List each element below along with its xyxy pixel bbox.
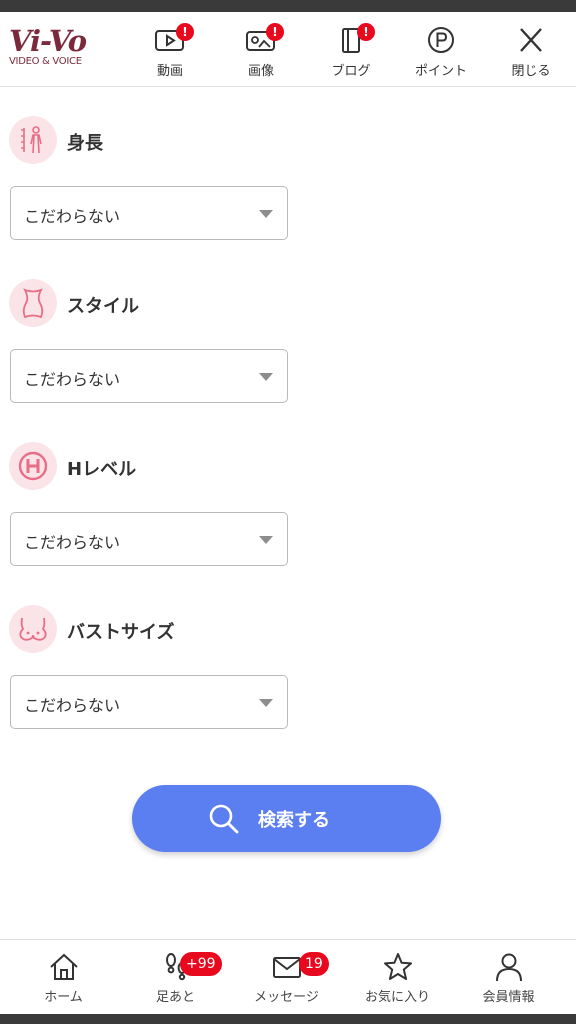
system-navigation-bar <box>0 1014 576 1024</box>
filter-header: バストサイズ <box>9 605 299 655</box>
header-nav-label: 動画 <box>156 64 183 79</box>
tab-label: 足あと <box>155 990 195 1005</box>
star-icon <box>383 953 412 980</box>
header-nav-label: 画像 <box>247 64 274 79</box>
tab-label: メッセージ <box>254 990 319 1005</box>
filter-height-section: 身長 こだわらない <box>9 116 299 240</box>
filter-hlevel-section: Hレベル こだわらない <box>9 442 299 566</box>
video-alert-badge: ! <box>176 23 194 41</box>
select-value: こだわらない <box>24 533 121 552</box>
vivo-logo[interactable]: Vi-Vo VIDEO & VOICE <box>9 26 99 76</box>
tab-footprints[interactable]: +99 足あと <box>118 940 233 1015</box>
mail-icon <box>272 957 301 978</box>
filter-title: スタイル <box>67 296 139 317</box>
bottom-tab-bar: ホーム +99 足あと 19 メッセージ お気に入り 会員情報 <box>0 939 576 1014</box>
select-value: こだわらない <box>24 370 121 389</box>
filter-title: Hレベル <box>67 459 137 480</box>
filter-bust-section: バストサイズ こだわらない <box>9 605 299 729</box>
header-nav-label: 閉じる <box>511 64 551 79</box>
messages-count-badge: 19 <box>299 952 329 976</box>
user-icon <box>495 953 522 982</box>
select-value: こだわらない <box>24 696 121 715</box>
search-button-label: 検索する <box>258 810 330 831</box>
close-icon <box>520 28 542 52</box>
style-select[interactable]: こだわらない <box>10 349 288 403</box>
header-nav-label: ポイント <box>414 64 467 79</box>
tab-label: 会員情報 <box>482 990 535 1005</box>
filter-title: 身長 <box>67 133 103 154</box>
header-nav-image[interactable]: ! 画像 <box>221 12 301 87</box>
tab-label: お気に入り <box>364 990 430 1005</box>
search-icon <box>209 804 239 834</box>
footprints-count-badge: +99 <box>180 952 222 976</box>
chevron-down-icon <box>259 210 273 218</box>
height-select[interactable]: こだわらない <box>10 186 288 240</box>
top-header: Vi-Vo VIDEO & VOICE ! 動画 ! 画像 ! ブログ ポイント… <box>0 12 576 87</box>
bust-icon <box>9 605 57 653</box>
hlevel-select[interactable]: こだわらない <box>10 512 288 566</box>
blog-alert-badge: ! <box>357 23 375 41</box>
filter-style-section: スタイル こだわらない <box>9 279 299 403</box>
select-value: こだわらない <box>24 207 121 226</box>
filter-header: スタイル <box>9 279 299 329</box>
chevron-down-icon <box>259 536 273 544</box>
search-button[interactable]: 検索する <box>132 785 441 852</box>
filter-header: 身長 <box>9 116 299 166</box>
filter-title: バストサイズ <box>67 622 175 643</box>
tab-label: ホーム <box>44 990 83 1005</box>
h-level-icon <box>9 442 57 490</box>
filter-header: Hレベル <box>9 442 299 492</box>
header-nav-blog[interactable]: ! ブログ <box>311 12 391 87</box>
chevron-down-icon <box>259 699 273 707</box>
tab-home[interactable]: ホーム <box>6 940 121 1015</box>
image-alert-badge: ! <box>266 23 284 41</box>
tab-messages[interactable]: 19 メッセージ <box>229 940 344 1015</box>
header-nav-close[interactable]: 閉じる <box>491 12 571 87</box>
chevron-down-icon <box>259 373 273 381</box>
tab-favorites[interactable]: お気に入り <box>340 940 455 1015</box>
home-icon <box>49 953 78 980</box>
logo-wordmark: Vi-Vo <box>9 24 87 58</box>
header-nav-video[interactable]: ! 動画 <box>130 12 210 87</box>
header-nav-label: ブログ <box>331 64 371 79</box>
height-person-icon <box>9 116 57 164</box>
body-style-icon <box>9 279 57 327</box>
point-p-icon <box>428 27 454 53</box>
tab-member-info[interactable]: 会員情報 <box>451 940 566 1015</box>
system-status-bar <box>0 0 576 12</box>
header-nav-point[interactable]: ポイント <box>401 12 481 87</box>
bust-select[interactable]: こだわらない <box>10 675 288 729</box>
